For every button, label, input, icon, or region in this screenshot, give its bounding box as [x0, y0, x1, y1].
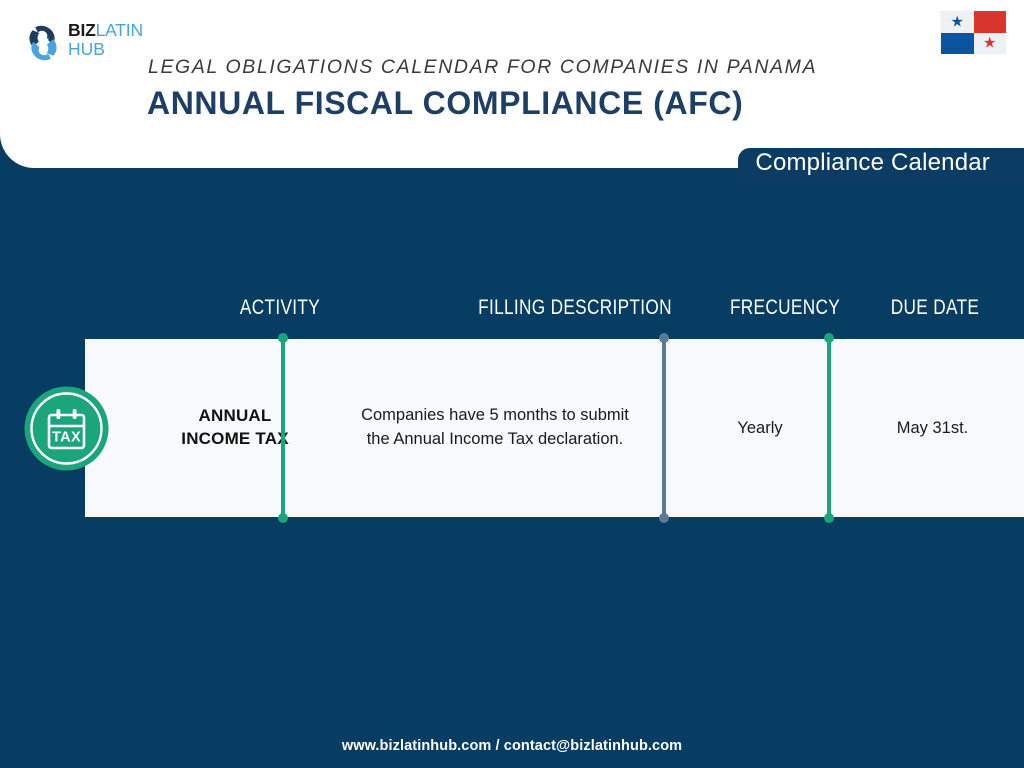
cell-activity-line2: INCOME TAX: [181, 429, 289, 448]
footer-contact[interactable]: www.bizlatinhub.com / contact@bizlatinhu…: [0, 738, 1024, 754]
divider-activity-description: [278, 331, 288, 525]
cell-description-line1: Companies have 5 months to submit: [361, 406, 629, 425]
cell-activity-line1: ANNUAL: [198, 406, 272, 426]
flag-quadrant-bottom-left: [941, 32, 974, 54]
flag-quadrant-bottom-right: ★: [973, 32, 1006, 54]
cell-duedate: May 31st.: [896, 418, 969, 437]
bizlatinhub-infinity-icon: [29, 25, 57, 61]
flag-quadrant-top-left: ★: [941, 11, 974, 33]
logo-text-biz: BIZ: [68, 20, 96, 40]
flag-star-blue: ★: [950, 13, 964, 31]
compliance-calendar-badge-label: Compliance Calendar: [755, 149, 990, 176]
divider-description-frequency: [659, 331, 669, 525]
tax-calendar-icon: TAX: [24, 386, 109, 471]
cell-activity: ANNUAL INCOME TAX: [145, 339, 325, 517]
table-row: ANNUAL INCOME TAX Companies have 5 month…: [85, 339, 1024, 517]
cell-description: Companies have 5 months to submit the An…: [325, 339, 665, 517]
cell-description-line2: the Annual Income Tax declaration.: [366, 430, 624, 448]
column-header-duedate: DUE DATE: [890, 296, 980, 319]
svg-text:TAX: TAX: [52, 430, 81, 446]
infographic-page: BIZLATIN HUB ★ ★ LEGAL OBLIGATIONS CALEN…: [0, 0, 1024, 768]
flag-star-red: ★: [983, 34, 997, 52]
page-title: ANNUAL FISCAL COMPLIANCE (AFC): [147, 85, 744, 121]
divider-frequency-duedate: [824, 331, 834, 525]
logo-text-hub: HUB: [68, 38, 105, 59]
logo-text-latin: LATIN: [95, 20, 143, 40]
table-header-row: ACTIVITY FILLING DESCRIPTION FRECUENCY D…: [85, 296, 1024, 332]
flag-quadrant-top-right: [973, 11, 1006, 33]
brand-wordmark: BIZLATIN HUB: [68, 20, 143, 59]
header-subtitle: LEGAL OBLIGATIONS CALENDAR FOR COMPANIES…: [148, 56, 818, 78]
panama-flag: ★ ★: [941, 11, 1006, 54]
compliance-calendar-badge: Compliance Calendar: [738, 148, 1024, 184]
column-header-activity: ACTIVITY: [239, 296, 321, 319]
header-panel: BIZLATIN HUB ★ ★ LEGAL OBLIGATIONS CALEN…: [0, 0, 1024, 168]
cell-frequency: Yearly: [737, 418, 783, 437]
